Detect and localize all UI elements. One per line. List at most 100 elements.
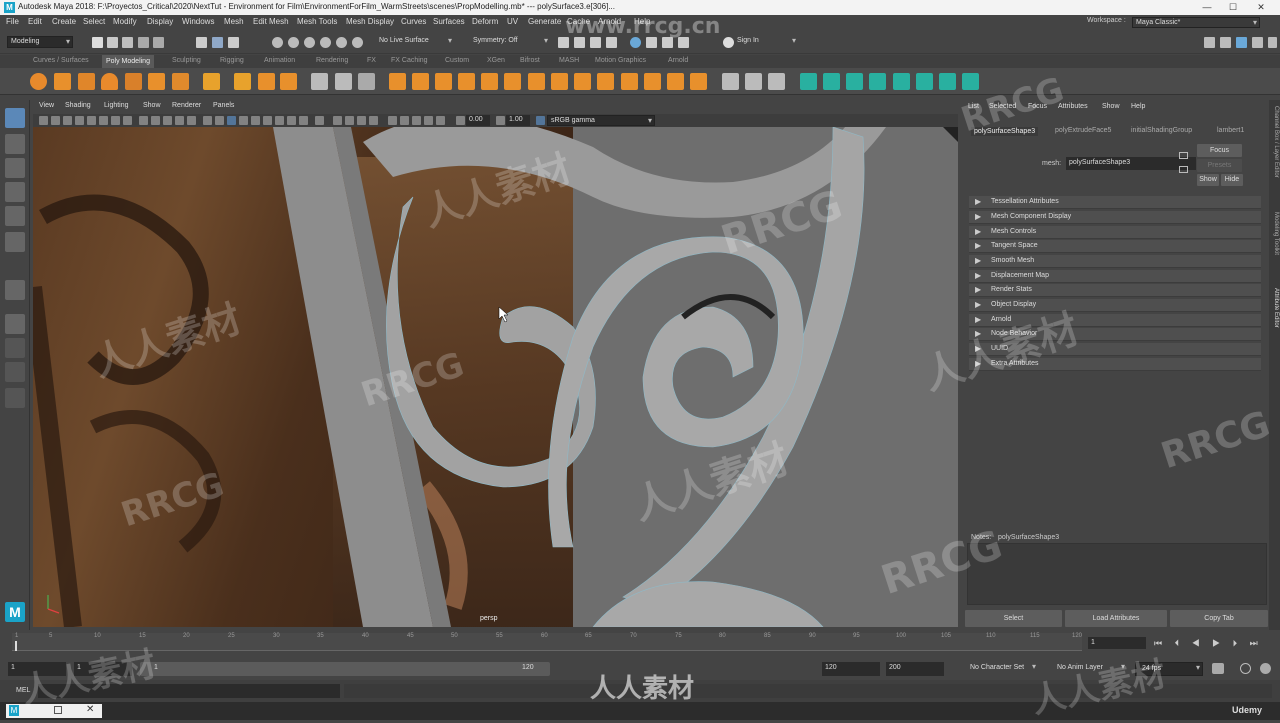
ae-menu-show[interactable]: Show — [1102, 103, 1120, 110]
screen-space-ao-icon[interactable] — [275, 116, 284, 125]
shelf-tab-sculpting[interactable]: Sculpting — [172, 57, 201, 64]
circularize-icon[interactable] — [644, 73, 661, 90]
side-tab-channel-box[interactable]: Channel Box / Layer Editor — [1270, 106, 1279, 178]
shadows-icon[interactable] — [263, 116, 272, 125]
view-transform-dropdown[interactable]: sRGB gamma — [547, 115, 655, 126]
append-polygon-icon[interactable] — [481, 73, 498, 90]
section-extra-attributes[interactable]: ▶ Extra Attributes — [969, 358, 1261, 371]
unfold-icon[interactable] — [846, 73, 863, 90]
menu-help[interactable]: Help — [634, 17, 650, 26]
separate-icon[interactable] — [335, 73, 352, 90]
x-ray-joints-icon[interactable] — [369, 116, 378, 125]
section-node-behavior[interactable]: ▶ Node Behavior — [969, 328, 1261, 341]
current-time-marker[interactable] — [15, 641, 17, 651]
wireframe-on-shaded-icon[interactable] — [227, 116, 236, 125]
menu-modify[interactable]: Modify — [113, 17, 137, 26]
menu-mesh-display[interactable]: Mesh Display — [346, 17, 394, 26]
hud-icon[interactable] — [436, 116, 445, 125]
menu-edit[interactable]: Edit — [28, 17, 42, 26]
ae-tab-initialshadinggroup[interactable]: initialShadingGroup — [1131, 127, 1192, 134]
section-mesh-controls[interactable]: ▶ Mesh Controls — [969, 226, 1261, 239]
ae-output-icon[interactable] — [1179, 166, 1188, 173]
smooth-shade-icon[interactable] — [215, 116, 224, 125]
poly-cone-icon[interactable] — [101, 73, 118, 90]
redo-icon[interactable] — [153, 37, 164, 48]
poly-torus-icon[interactable] — [125, 73, 142, 90]
viewport-menu-view[interactable]: View — [39, 102, 54, 109]
move-tool-icon[interactable] — [5, 182, 25, 202]
select-camera-icon[interactable] — [39, 116, 48, 125]
section-displacement-map[interactable]: ▶ Displacement Map — [969, 270, 1261, 283]
svg-icon[interactable] — [280, 73, 297, 90]
gamma-field[interactable]: 1.00 — [506, 115, 530, 126]
shelf-tab-motion-graphics[interactable]: Motion Graphics — [595, 57, 646, 64]
show-button[interactable]: Show — [1197, 174, 1219, 186]
four-view-layout-icon[interactable] — [5, 338, 25, 358]
safe-title-icon[interactable] — [187, 116, 196, 125]
checker-icon[interactable] — [916, 73, 933, 90]
arnold-settings-icon[interactable] — [678, 37, 689, 48]
uv-editor-icon[interactable] — [745, 73, 762, 90]
close-button[interactable]: ✕ — [1254, 1, 1268, 13]
x-ray-icon[interactable] — [345, 116, 354, 125]
poly-disc-icon[interactable] — [172, 73, 189, 90]
symmetry-dropdown[interactable]: Symmetry: Off — [470, 36, 550, 48]
select-component-icon[interactable] — [228, 37, 239, 48]
menu-curves[interactable]: Curves — [401, 17, 426, 26]
loop-icon[interactable] — [1212, 663, 1224, 674]
shelf-tab-fx[interactable]: FX — [367, 57, 376, 64]
multi-cut-icon[interactable] — [597, 73, 614, 90]
load-attributes-button[interactable]: Load Attributes — [1065, 610, 1167, 627]
two-d-pan-zoom-icon[interactable] — [87, 116, 96, 125]
new-scene-icon[interactable] — [92, 37, 103, 48]
mirror-icon[interactable] — [412, 73, 429, 90]
ae-menu-attributes[interactable]: Attributes — [1058, 103, 1088, 110]
section-tessellation-attributes[interactable]: ▶ Tessellation Attributes — [969, 196, 1261, 209]
extrude-icon[interactable] — [435, 73, 452, 90]
focus-button[interactable]: Focus — [1197, 144, 1242, 157]
snap-curve-icon[interactable] — [288, 37, 299, 48]
motion-blur-icon[interactable] — [287, 116, 296, 125]
film-gate-icon[interactable] — [123, 116, 132, 125]
tool-settings-icon[interactable] — [1252, 37, 1263, 48]
section-object-display[interactable]: ▶ Object Display — [969, 299, 1261, 312]
menu-select[interactable]: Select — [83, 17, 105, 26]
shelf-tab-curves-surfaces[interactable]: Curves / Surfaces — [33, 57, 89, 64]
field-chart-icon[interactable] — [163, 116, 172, 125]
menu-mesh-tools[interactable]: Mesh Tools — [297, 17, 337, 26]
bevel-icon[interactable] — [504, 73, 521, 90]
isolate-select-icon[interactable] — [333, 116, 342, 125]
insert-edge-loop-icon[interactable] — [574, 73, 591, 90]
straighten-uv-icon[interactable] — [962, 73, 979, 90]
shelf-tab-mash[interactable]: MASH — [559, 57, 579, 64]
playback-start-field[interactable]: 1 — [74, 662, 132, 676]
channel-box-icon[interactable] — [1268, 37, 1277, 48]
shelf-tab-poly-modeling[interactable]: Poly Modeling — [102, 55, 154, 68]
section-render-stats[interactable]: ▶ Render Stats — [969, 284, 1261, 297]
connect-icon[interactable] — [667, 73, 684, 90]
menu-generate[interactable]: Generate — [528, 17, 561, 26]
menu-edit-mesh[interactable]: Edit Mesh — [253, 17, 289, 26]
presets-button[interactable]: Presets — [1197, 159, 1242, 172]
minimize-button[interactable]: — — [1200, 1, 1214, 13]
shelf-tab-animation[interactable]: Animation — [264, 57, 295, 64]
cut-uv-icon[interactable] — [893, 73, 910, 90]
uv-display-icon[interactable] — [412, 116, 421, 125]
shelf-tab-xgen[interactable]: XGen — [487, 57, 505, 64]
attribute-editor-icon[interactable] — [1236, 37, 1247, 48]
viewport-menu-shading[interactable]: Shading — [65, 102, 91, 109]
viewport-menu-panels[interactable]: Panels — [213, 102, 234, 109]
scene-end-field[interactable]: 200 — [886, 662, 944, 676]
poly-plane-icon[interactable] — [148, 73, 165, 90]
snap-view-plane-icon[interactable] — [320, 37, 331, 48]
rotate-tool-icon[interactable] — [5, 206, 25, 226]
section-uuid[interactable]: ▶ UUID — [969, 343, 1261, 356]
use-all-lights-icon[interactable] — [251, 116, 260, 125]
sign-in-dropdown[interactable]: Sign In — [734, 36, 798, 48]
select-hierarchy-icon[interactable] — [196, 37, 207, 48]
auto-key-icon[interactable] — [1240, 663, 1251, 674]
modeling-toolkit-icon[interactable] — [1220, 37, 1231, 48]
menu-windows[interactable]: Windows — [182, 17, 214, 26]
gate-mask-icon[interactable] — [151, 116, 160, 125]
depth-of-field-icon[interactable] — [315, 116, 324, 125]
